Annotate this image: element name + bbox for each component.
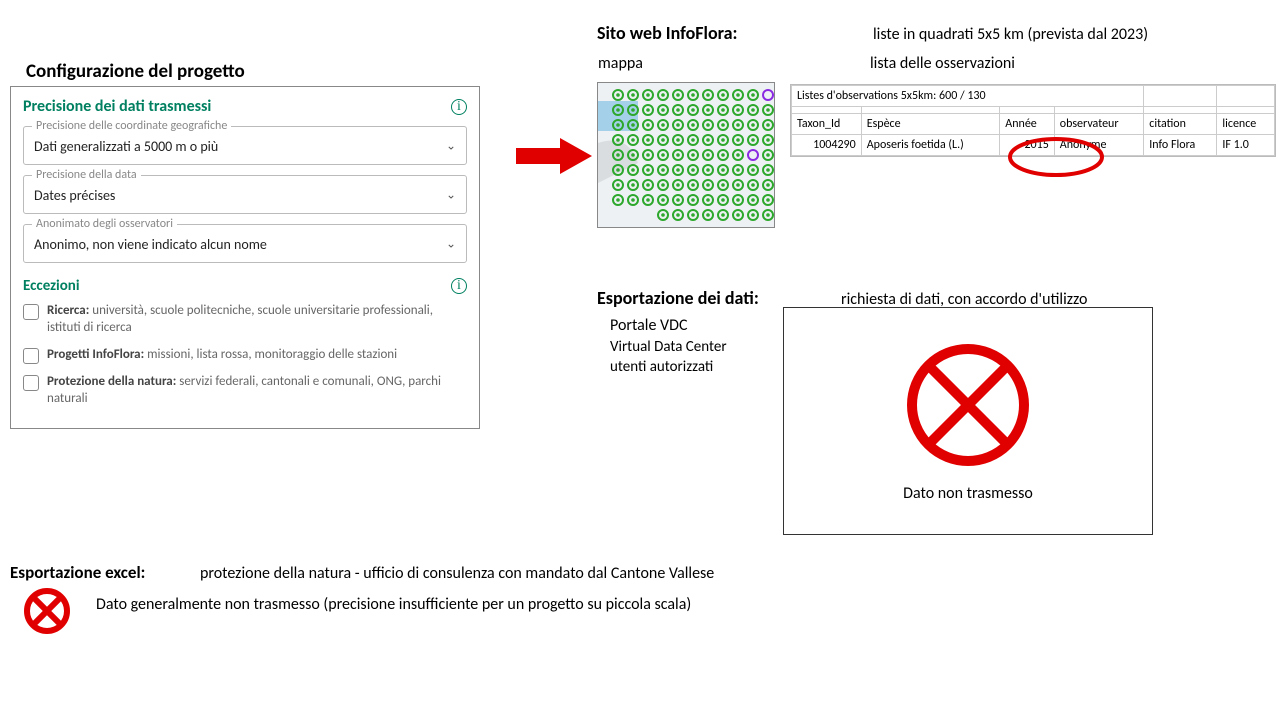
precision-header: Precisione dei dati trasmessi bbox=[23, 97, 211, 116]
mappa-label: mappa bbox=[598, 54, 643, 73]
chevron-down-icon: ⌄ bbox=[446, 138, 456, 153]
field-label: Anonimato degli osservatori bbox=[32, 217, 177, 231]
field-value: Dates précises bbox=[34, 187, 115, 204]
lista-label: lista delle osservazioni bbox=[870, 54, 1015, 73]
excel-text: Dato generalmente non trasmesso (precisi… bbox=[96, 595, 691, 614]
red-ellipse-icon bbox=[1006, 135, 1106, 179]
field-label: Precisione delle coordinate geografiche bbox=[32, 119, 231, 133]
chevron-down-icon: ⌄ bbox=[446, 236, 456, 251]
chk-text: Progetti InfoFlora: missioni, lista ross… bbox=[47, 347, 397, 364]
excel-value: protezione della natura - ufficio di con… bbox=[200, 564, 714, 583]
field-coords[interactable]: Precisione delle coordinate geografiche … bbox=[23, 126, 467, 165]
arrow-right-icon bbox=[516, 136, 594, 176]
chk-protezione[interactable]: Protezione della natura: servizi federal… bbox=[23, 374, 467, 408]
config-title: Configurazione del progetto bbox=[26, 60, 245, 83]
checkbox-icon bbox=[23, 304, 39, 320]
sito-label: Sito web InfoFlora: bbox=[597, 22, 737, 44]
checkbox-icon bbox=[23, 348, 39, 364]
eccezioni-header: Eccezioni bbox=[23, 277, 80, 295]
chk-ricerca[interactable]: Ricerca: università, scuole politecniche… bbox=[23, 303, 467, 337]
table-caption: Listes d'observations 5x5km: 600 / 130 bbox=[792, 86, 1144, 107]
field-value: Dati generalizzati a 5000 m o più bbox=[34, 138, 218, 155]
field-anon[interactable]: Anonimato degli osservatori Anonimo, non… bbox=[23, 224, 467, 263]
config-panel: Precisione dei dati trasmessi i Precisio… bbox=[10, 86, 480, 429]
info-icon[interactable]: i bbox=[451, 99, 467, 115]
chk-text: Ricerca: università, scuole politecniche… bbox=[47, 303, 467, 337]
vdc-sub: Virtual Data Center bbox=[610, 338, 727, 356]
obs-table: Listes d'observations 5x5km: 600 / 130 T… bbox=[790, 84, 1276, 157]
field-value: Anonimo, non viene indicato alcun nome bbox=[34, 236, 267, 253]
export-label: Esportazione dei dati: bbox=[597, 287, 759, 309]
field-date[interactable]: Precisione della data Dates précises ⌄ bbox=[23, 175, 467, 214]
field-label: Precisione della data bbox=[32, 168, 141, 182]
chk-progetti[interactable]: Progetti InfoFlora: missioni, lista ross… bbox=[23, 347, 467, 364]
vdc-users: utenti autorizzati bbox=[610, 358, 713, 376]
map-thumbnail bbox=[597, 82, 775, 228]
vdc-title: Portale VDC bbox=[610, 316, 688, 335]
table-head-row: Taxon_IdEspèceAnnéeobservateurcitationli… bbox=[792, 114, 1275, 135]
chk-text: Protezione della natura: servizi federal… bbox=[47, 374, 467, 408]
chevron-down-icon: ⌄ bbox=[446, 187, 456, 202]
export-box: Dato non trasmesso bbox=[783, 307, 1153, 535]
excel-label: Esportazione excel: bbox=[10, 562, 145, 583]
prohibited-icon-small bbox=[22, 586, 72, 641]
sito-value: liste in quadrati 5x5 km (prevista dal 2… bbox=[873, 25, 1148, 44]
export-box-caption: Dato non trasmesso bbox=[903, 484, 1033, 503]
checkbox-icon bbox=[23, 375, 39, 391]
prohibited-icon bbox=[903, 340, 1033, 470]
info-icon[interactable]: i bbox=[451, 278, 467, 294]
